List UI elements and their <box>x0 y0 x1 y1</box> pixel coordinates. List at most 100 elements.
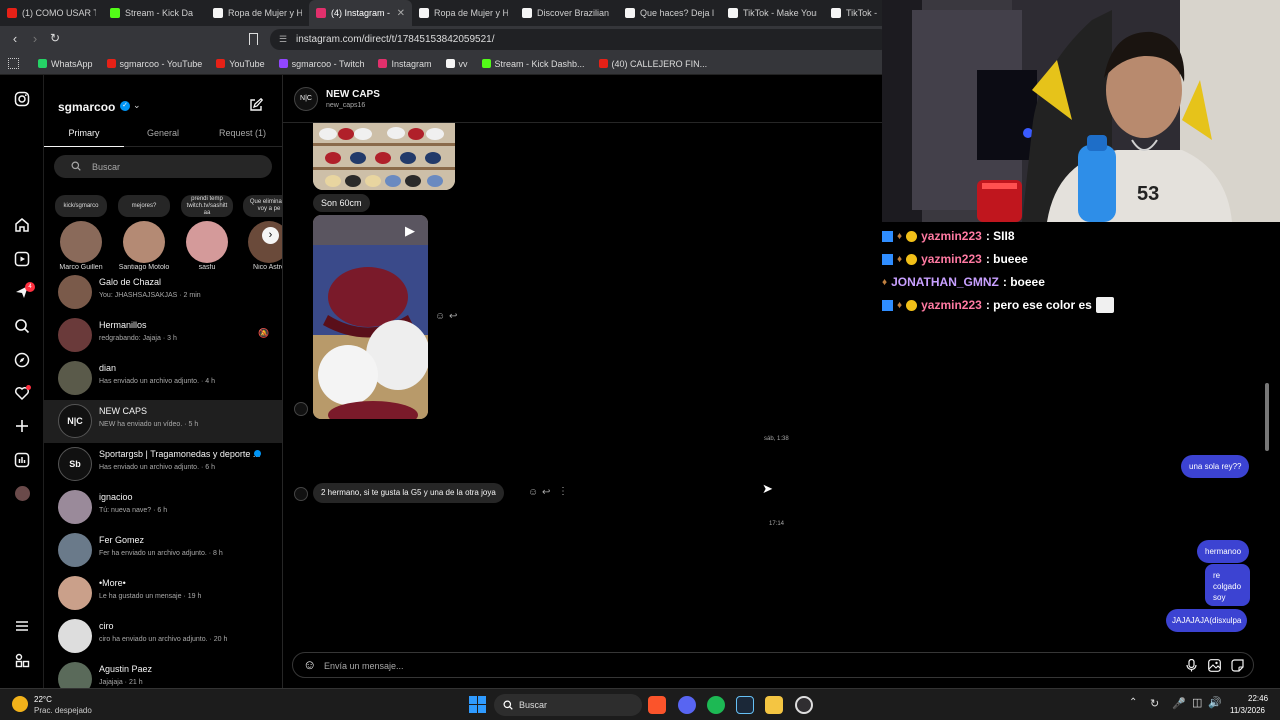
conversation-row[interactable]: ciro ciro ha enviado un archivo adjunto. … <box>44 615 282 658</box>
conversation-row[interactable]: dian Has enviado un archivo adjunto. · 4 … <box>44 357 282 400</box>
react-emoji-icon[interactable]: ☺ <box>435 311 445 322</box>
conversation-row[interactable]: N|C NEW CAPS NEW ha enviado un vídeo. · 5 … <box>44 400 282 443</box>
clock-time[interactable]: 22:46 <box>1248 694 1268 703</box>
search-icon[interactable] <box>14 318 30 334</box>
browser-tab[interactable]: Ropa de Mujer y Ho <box>412 0 515 26</box>
mod-badge-icon <box>882 230 893 242</box>
bookmark-item[interactable]: WhatsApp <box>38 59 93 69</box>
browser-tab[interactable]: Discover Brazilian D <box>515 0 618 26</box>
conversation-row[interactable]: Sb Sportargsb | Tragamonedas y deporte ..… <box>44 443 282 486</box>
microphone-icon[interactable] <box>1186 659 1197 672</box>
bookmark-item[interactable]: sgmarcoo - Twitch <box>278 59 364 69</box>
conversation-row[interactable]: Fer Gomez Fer ha enviado un archivo adjun… <box>44 529 282 572</box>
conversation-row[interactable]: •More• Le ha gustado un mensaje · 19 h <box>44 572 282 615</box>
tab-requests[interactable]: Request (1) <box>202 120 282 147</box>
account-username[interactable]: sgmarcoo <box>58 100 115 114</box>
outgoing-message[interactable]: JAJAJAJA(disxulpa <box>1166 609 1248 632</box>
search-icon <box>71 161 81 171</box>
brave-browser-icon[interactable] <box>648 696 666 714</box>
outgoing-message[interactable]: una sola rey?? <box>1181 455 1250 478</box>
home-icon[interactable] <box>14 217 30 233</box>
steam-icon[interactable] <box>736 696 754 714</box>
reply-icon[interactable]: ↩ <box>449 311 457 322</box>
search-input[interactable]: Buscar <box>54 155 272 178</box>
forward-icon[interactable]: › <box>25 31 45 46</box>
discord-icon[interactable] <box>678 696 696 714</box>
avatar <box>186 221 228 263</box>
dashboard-icon[interactable] <box>14 452 30 468</box>
browser-tab[interactable]: (4) Instagram - ✕ <box>309 0 412 26</box>
bookmark-item[interactable]: Instagram <box>378 59 432 69</box>
spotify-icon[interactable] <box>707 696 725 714</box>
outgoing-message[interactable]: hermanoo <box>1197 540 1250 563</box>
file-explorer-icon[interactable] <box>765 696 783 714</box>
browser-tab[interactable]: Ropa de Mujer y Ho <box>206 0 309 26</box>
reply-icon[interactable]: ↩ <box>542 487 550 498</box>
next-stories-icon[interactable]: › <box>262 227 279 244</box>
obs-icon[interactable] <box>795 696 813 714</box>
apps-grid-icon[interactable] <box>8 58 19 69</box>
emoji-picker-icon[interactable]: ☺ <box>303 657 316 672</box>
bookmark-favicon-icon <box>216 59 226 68</box>
avatar: N|C <box>58 404 92 438</box>
explore-icon[interactable] <box>14 352 30 368</box>
browser-tab[interactable]: (1) COMO USAR TU <box>0 0 103 26</box>
bookmark-icon[interactable] <box>249 33 258 45</box>
close-tab-icon[interactable]: ✕ <box>397 8 405 19</box>
play-icon[interactable]: ▶ <box>405 223 415 239</box>
show-hidden-icons[interactable]: ⌃ <box>1129 697 1137 708</box>
shared-video-thumbnail[interactable]: ▶ <box>313 215 428 419</box>
meta-apps-icon[interactable] <box>14 652 30 668</box>
sticker-icon[interactable] <box>1231 659 1244 672</box>
message-size[interactable]: Son 60cm <box>313 194 370 212</box>
tab-favicon-icon <box>110 8 120 18</box>
tab-general[interactable]: General <box>124 120 202 147</box>
back-icon[interactable]: ‹ <box>5 31 25 46</box>
conversation-header[interactable]: N|C NEW CAPS new_caps16 <box>283 75 883 123</box>
network-icon[interactable]: ↻ <box>1150 697 1159 710</box>
volume-icon[interactable]: 🔊 <box>1208 696 1222 709</box>
bookmark-item[interactable]: vv <box>445 59 468 69</box>
wifi-icon[interactable]: ◫ <box>1192 696 1202 709</box>
bookmark-item[interactable]: (40) CALLEJERO FIN... <box>598 59 707 69</box>
tab-primary[interactable]: Primary <box>44 120 124 147</box>
bookmark-favicon-icon <box>378 59 388 68</box>
instagram-logo-icon[interactable] <box>14 91 30 107</box>
bookmark-item[interactable]: sgmarcoo - YouTube <box>106 59 202 69</box>
incoming-message[interactable]: 2 hermano, si te gusta la G5 y una de la… <box>313 483 504 503</box>
menu-icon[interactable] <box>14 618 30 634</box>
browser-tab[interactable]: TikTok - Make Your <box>721 0 824 26</box>
outgoing-message[interactable]: re colgado soy <box>1205 564 1250 606</box>
clock-date[interactable]: 11/3/2026 <box>1230 706 1265 715</box>
conversation-row[interactable]: Hermanillos redgrabando: Jajaja · 3 h 🔕 <box>44 314 282 357</box>
chevron-down-icon[interactable]: ⌄ <box>133 100 141 111</box>
microphone-icon[interactable]: 🎤 <box>1172 697 1186 710</box>
browser-tab[interactable]: Que haces? Deja la <box>618 0 721 26</box>
compose-icon[interactable] <box>249 98 263 112</box>
scrollbar[interactable] <box>1265 383 1269 451</box>
site-info-icon[interactable]: ☰ <box>279 34 289 44</box>
start-button[interactable] <box>469 696 486 713</box>
reload-icon[interactable]: ↻ <box>45 31 65 45</box>
address-bar[interactable]: ☰ instagram.com/direct/t/178451538420595… <box>270 29 890 50</box>
message-input[interactable]: ☺ Envía un mensaje... <box>292 652 1254 678</box>
taskbar-search[interactable]: Buscar <box>494 694 642 716</box>
conversation-row[interactable]: Agustin Paez Jajajaja · 21 h <box>44 658 282 688</box>
create-plus-icon[interactable] <box>14 418 30 434</box>
browser-tab[interactable]: Stream - Kick Da <box>103 0 206 26</box>
profile-avatar[interactable] <box>15 486 30 501</box>
reels-icon[interactable] <box>14 251 30 267</box>
conversation-row[interactable]: Galo de Chazal You: JHASHSAJSAKJAS · 2 mi… <box>44 271 282 314</box>
bookmark-item[interactable]: Stream - Kick Dashb... <box>481 59 585 69</box>
bookmark-item[interactable]: YouTube <box>216 59 265 69</box>
gallery-icon[interactable] <box>1208 659 1221 672</box>
react-emoji-icon[interactable]: ☺ <box>528 487 538 498</box>
weather-icon[interactable] <box>12 696 28 712</box>
avatar <box>58 576 92 610</box>
conversation-row[interactable]: ignacioo Tú: nueva nave? · 6 h <box>44 486 282 529</box>
avatar <box>58 318 92 352</box>
webcam-overlay: 53 <box>882 0 1280 222</box>
more-options-icon[interactable]: ⋮ <box>558 486 568 497</box>
bookmark-favicon-icon <box>445 59 455 68</box>
shared-image-caps-shelf[interactable] <box>313 123 455 190</box>
